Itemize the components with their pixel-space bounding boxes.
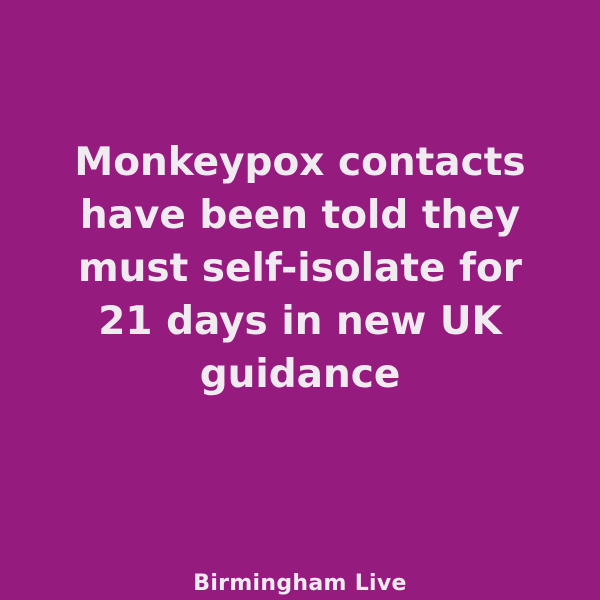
headline-line-3: must self-isolate for bbox=[77, 246, 523, 291]
headline-line-2: have been told they bbox=[79, 193, 521, 238]
headline: Monkeypox contacts have been told they m… bbox=[40, 136, 560, 401]
headline-line-1: Monkeypox contacts bbox=[74, 140, 526, 185]
news-card: Monkeypox contacts have been told they m… bbox=[0, 0, 600, 600]
headline-line-4: 21 days in new UK bbox=[98, 299, 502, 344]
publisher-name: Birmingham Live bbox=[193, 571, 407, 596]
headline-line-5: guidance bbox=[199, 352, 401, 397]
